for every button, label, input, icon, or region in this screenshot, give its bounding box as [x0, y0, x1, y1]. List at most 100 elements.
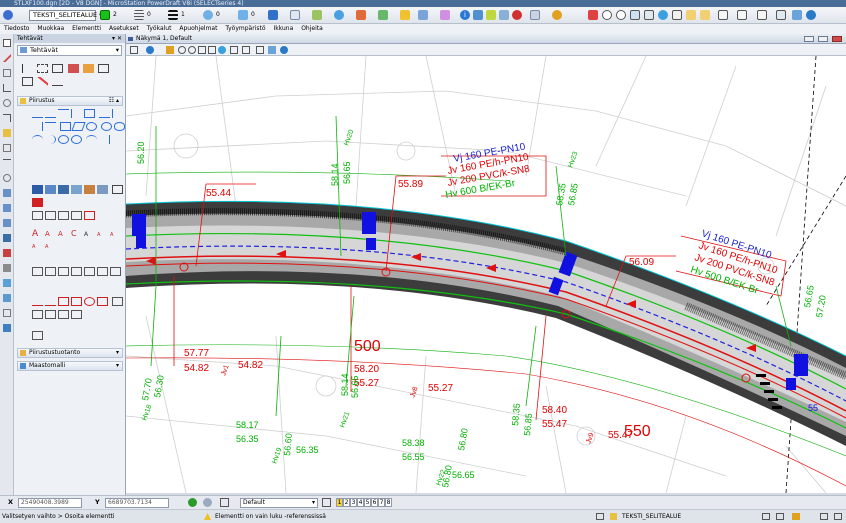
dim-icon-5[interactable] — [84, 267, 95, 276]
menu-item-asetukset[interactable]: Asetukset — [109, 25, 139, 32]
view-manager-icon[interactable] — [322, 498, 331, 507]
measure-icon-3[interactable] — [58, 297, 69, 306]
copy-view-view-icon[interactable] — [242, 46, 250, 54]
edit-text-icon[interactable]: A — [45, 230, 56, 239]
menu-item-elementti[interactable]: Elementti — [72, 25, 101, 32]
tool-icon-r[interactable] — [3, 324, 11, 332]
window-area-view-icon[interactable] — [198, 46, 206, 54]
cell-icon-4[interactable] — [58, 310, 69, 319]
view-group-combo[interactable]: Default ▾ — [240, 498, 318, 508]
levels-icon[interactable] — [776, 10, 786, 20]
pan-view-view-icon[interactable] — [230, 46, 238, 54]
view-tab-3[interactable]: 3 — [350, 498, 357, 507]
tool-icon-p[interactable] — [3, 294, 11, 302]
copy-view-icon[interactable] — [718, 10, 728, 20]
line-style-icon[interactable] — [134, 10, 144, 20]
fit-view-view-icon[interactable] — [208, 46, 216, 54]
change-tool-icon[interactable] — [22, 77, 33, 86]
update-view-icon[interactable] — [166, 46, 174, 54]
ellipse-icon[interactable] — [114, 122, 126, 131]
cell-icon-1[interactable] — [112, 297, 124, 306]
zoom-out-icon[interactable] — [616, 10, 626, 20]
highlight-icon[interactable] — [473, 10, 483, 20]
raster-icon[interactable] — [312, 10, 322, 20]
line-weight-icon[interactable] — [168, 10, 178, 20]
view-attributes-icon[interactable] — [737, 10, 747, 20]
select-arrow-icon[interactable] — [22, 64, 33, 73]
scale-icon[interactable] — [97, 185, 108, 194]
element-info-icon[interactable] — [3, 39, 11, 47]
text-attr-icon[interactable]: A — [97, 232, 108, 241]
sheet-icon[interactable] — [792, 513, 800, 520]
design-history-icon[interactable] — [776, 513, 784, 520]
multiline-icon[interactable] — [58, 109, 69, 118]
line-icon[interactable] — [32, 109, 43, 118]
measure-icon-4[interactable] — [71, 297, 82, 306]
tool-icon-d[interactable] — [3, 114, 11, 122]
table-icon[interactable] — [499, 10, 509, 20]
color-icon[interactable] — [100, 10, 110, 20]
transparency-icon[interactable] — [203, 10, 213, 20]
pan-view-icon[interactable] — [672, 10, 682, 20]
active-level-combo[interactable]: TEKSTI_SELITEALUE ▾ — [29, 10, 102, 21]
window-icon[interactable] — [530, 10, 540, 20]
delete-element-icon[interactable] — [32, 198, 43, 207]
tool-icon-m[interactable] — [3, 249, 11, 257]
minimize-button[interactable] — [804, 36, 814, 42]
parallel-icon[interactable] — [32, 122, 43, 131]
modify-arc-icon[interactable] — [58, 135, 69, 144]
tool-icon-g[interactable] — [3, 159, 11, 167]
arc-center-icon[interactable] — [71, 135, 82, 144]
line-tool-icon[interactable] — [3, 54, 11, 62]
tool-icon-o[interactable] — [3, 279, 11, 287]
menu-item-tiedosto[interactable]: Tiedosto — [4, 25, 29, 32]
drawing-canvas[interactable]: Vj 160 PE-PN10 Jv 160 PE/h-PN10 Jv 200 P… — [126, 56, 846, 493]
dim-icon-2[interactable] — [45, 267, 56, 276]
partial-delete-icon[interactable] — [58, 211, 69, 220]
delete-x-icon[interactable] — [37, 77, 49, 86]
levels-view-icon[interactable] — [256, 46, 264, 54]
extend-icon[interactable] — [71, 211, 82, 220]
close-view-button[interactable] — [832, 36, 842, 42]
measure-icon-6[interactable] — [97, 297, 108, 306]
expand-icon[interactable]: ▾ — [116, 349, 119, 357]
tools-icon[interactable] — [588, 10, 598, 20]
circle-icon[interactable] — [101, 122, 113, 131]
dim-icon-1[interactable] — [32, 267, 43, 276]
dim-icon-4[interactable] — [71, 267, 82, 276]
text-along-icon[interactable]: A — [58, 230, 69, 239]
clip-view-icon[interactable] — [268, 46, 276, 54]
arc-partial-icon[interactable] — [86, 135, 98, 144]
modify-icon[interactable] — [32, 211, 43, 220]
save-status-icon[interactable] — [762, 513, 770, 520]
fence-select-icon[interactable] — [37, 64, 49, 73]
text-case-icon[interactable]: A — [110, 232, 121, 241]
fit-view-icon[interactable] — [644, 10, 654, 20]
x-coordinate-field[interactable]: 25490408.3989 — [18, 498, 82, 508]
measure-tool-icon[interactable] — [98, 64, 110, 73]
menu-item-muokkaa[interactable]: Muokkaa — [37, 25, 64, 32]
dim-icon-7[interactable] — [110, 267, 121, 276]
standards-icon[interactable] — [356, 10, 366, 20]
zoom-out-view-icon[interactable] — [188, 46, 196, 54]
paint-tool-icon[interactable] — [82, 64, 94, 73]
menu-item-tyokalut[interactable]: Työkalut — [147, 25, 172, 32]
measure-icon-2[interactable] — [45, 297, 56, 306]
element-select-icon[interactable] — [52, 64, 64, 73]
tool-icon-k[interactable] — [3, 219, 11, 227]
view-forward-icon[interactable] — [203, 498, 212, 507]
piirustus-section-header[interactable]: Piirustus ☷ ▴ — [17, 96, 123, 106]
close-icon[interactable]: ▾ ✕ — [112, 34, 122, 43]
text-increment-icon[interactable]: A — [45, 244, 56, 253]
modify-element-icon[interactable] — [45, 211, 56, 220]
copy-icon[interactable] — [32, 185, 43, 194]
misc-icon-1[interactable] — [32, 331, 43, 340]
spell-check-icon[interactable]: A — [84, 231, 95, 240]
dim-icon-3[interactable] — [58, 267, 69, 276]
view-previous-icon[interactable] — [686, 10, 696, 20]
view-tab-5[interactable]: 5 — [364, 498, 371, 507]
measure-icon-1[interactable] — [32, 297, 43, 306]
menu-item-apuohjelmat[interactable]: Apuohjelmat — [179, 25, 217, 32]
window-area-icon[interactable] — [630, 10, 640, 20]
fence-icon[interactable] — [268, 10, 278, 20]
